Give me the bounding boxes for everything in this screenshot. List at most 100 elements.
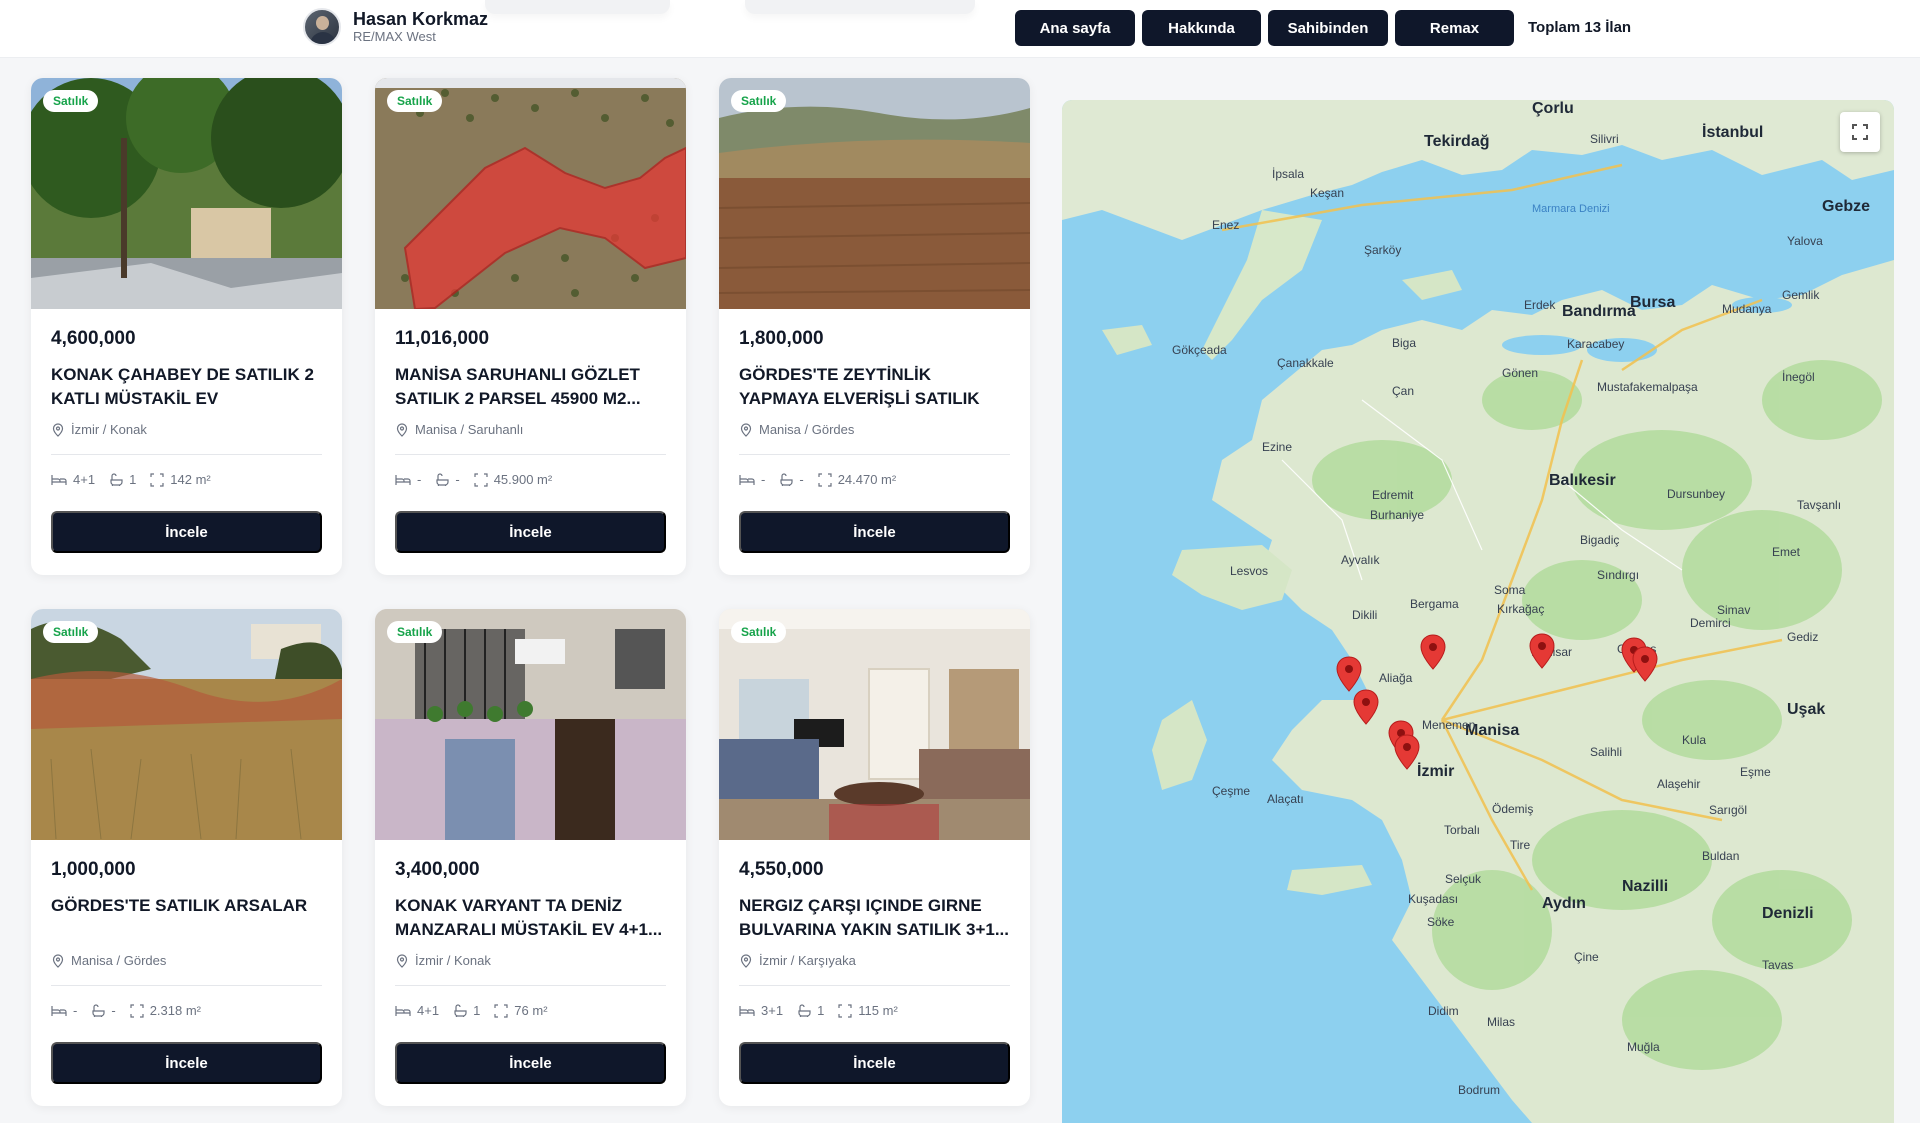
rooms-count: - bbox=[73, 1003, 78, 1018]
listing-price: 1,800,000 bbox=[739, 328, 824, 349]
listing-price: 11,016,000 bbox=[395, 328, 490, 349]
fullscreen-icon bbox=[1852, 124, 1868, 140]
map-label: Erdek bbox=[1524, 298, 1556, 312]
map-label: Çorlu bbox=[1532, 100, 1574, 117]
listing-card[interactable]: Satılık 1,800,000 GÖRDES'TE ZEYTİNLİK YA… bbox=[719, 78, 1030, 575]
nav-remax-button[interactable]: Remax bbox=[1395, 10, 1514, 46]
bed-icon bbox=[739, 474, 755, 485]
map-label: Bergama bbox=[1410, 597, 1459, 611]
avatar[interactable] bbox=[303, 8, 341, 46]
divider bbox=[739, 985, 1010, 986]
listing-photo[interactable]: Satılık bbox=[31, 78, 342, 309]
map-marker-icon[interactable] bbox=[1632, 646, 1658, 682]
listing-photo[interactable]: Satılık bbox=[719, 78, 1030, 309]
listing-features: 4+1 1 76 m² bbox=[395, 1003, 562, 1018]
view-listing-button[interactable]: İncele bbox=[739, 511, 1010, 553]
map-label: Karacabey bbox=[1567, 337, 1625, 351]
map-view[interactable]: İstanbul Bursa İzmir Manisa Balıkesir Ba… bbox=[1062, 100, 1894, 1123]
map-marker-icon[interactable] bbox=[1353, 689, 1379, 725]
map-label: Alaçatı bbox=[1267, 792, 1304, 806]
listing-title[interactable]: KONAK VARYANT TA DENİZ MANZARALI MÜSTAKİ… bbox=[395, 894, 670, 942]
bath-icon bbox=[92, 1004, 105, 1017]
nav-about-button[interactable]: Hakkında bbox=[1142, 10, 1261, 46]
map-label: Aliağa bbox=[1379, 671, 1413, 685]
map-label: Çan bbox=[1392, 384, 1415, 398]
map-label: Buldan bbox=[1702, 849, 1740, 863]
area-value: 24.470 m² bbox=[837, 472, 897, 487]
location-text: Manisa / Gördes bbox=[759, 422, 855, 437]
area-value: 2.318 m² bbox=[149, 1003, 201, 1018]
map-marker-icon[interactable] bbox=[1336, 656, 1362, 692]
view-listing-button[interactable]: İncele bbox=[395, 1042, 666, 1084]
listing-features: - - 2.318 m² bbox=[51, 1003, 215, 1018]
map-marker-icon[interactable] bbox=[1394, 734, 1420, 770]
location-text: Manisa / Gördes bbox=[71, 953, 167, 968]
map-label: Şarköy bbox=[1364, 243, 1402, 257]
area-icon bbox=[474, 472, 488, 487]
listing-title[interactable]: GÖRDES'TE SATILIK ARSALAR bbox=[51, 894, 326, 942]
agent-name: Hasan Korkmaz bbox=[353, 9, 489, 29]
location-text: Manisa / Saruhanlı bbox=[415, 422, 524, 437]
rooms-count: 4+1 bbox=[73, 472, 96, 487]
map-marker-icon[interactable] bbox=[1420, 634, 1446, 670]
map-marker-icon[interactable] bbox=[1529, 633, 1555, 669]
map-label: Keşan bbox=[1310, 186, 1345, 200]
listing-card[interactable]: Satılık 4,600,000 KONAK ÇAHABEY DE SATIL… bbox=[31, 78, 342, 575]
bath-icon bbox=[110, 473, 123, 486]
map-label: Ödemiş bbox=[1492, 802, 1534, 816]
listing-title[interactable]: KONAK ÇAHABEY DE SATILIK 2 KATLI MÜSTAKİ… bbox=[51, 363, 326, 411]
map-label: Selçuk bbox=[1445, 872, 1482, 886]
map-label: Ayvalık bbox=[1341, 553, 1380, 567]
listing-card[interactable]: Satılık 1,000,000 GÖRDES'TE SATILIK ARSA… bbox=[31, 609, 342, 1106]
fullscreen-button[interactable] bbox=[1840, 112, 1880, 152]
map-label: Lesvos bbox=[1230, 564, 1269, 578]
map-label: Sarıgöl bbox=[1709, 803, 1748, 817]
divider bbox=[51, 985, 322, 986]
listing-location: Manisa / Gördes bbox=[51, 953, 166, 968]
bath-icon bbox=[436, 473, 449, 486]
status-badge: Satılık bbox=[43, 621, 99, 643]
listing-price: 3,400,000 bbox=[395, 859, 480, 880]
rooms-count: - bbox=[761, 472, 766, 487]
location-pin-icon bbox=[52, 953, 64, 968]
divider bbox=[395, 454, 666, 455]
listing-photo[interactable]: Satılık bbox=[375, 78, 686, 309]
view-listing-button[interactable]: İncele bbox=[395, 511, 666, 553]
listing-title[interactable]: GÖRDES'TE ZEYTİNLİK YAPMAYA ELVERİŞLİ SA… bbox=[739, 363, 1014, 411]
listing-location: İzmir / Karşıyaka bbox=[739, 953, 856, 968]
listing-card[interactable]: Satılık 11,016,000 MANİSA SARUHANLI GÖZL… bbox=[375, 78, 686, 575]
map-label: Bodrum bbox=[1458, 1083, 1501, 1097]
area-value: 142 m² bbox=[170, 472, 211, 487]
listing-title[interactable]: MANİSA SARUHANLI GÖZLET SATILIK 2 PARSEL… bbox=[395, 363, 670, 411]
location-pin-icon bbox=[396, 422, 408, 437]
agent-company: RE/MAX West bbox=[353, 29, 436, 44]
nav-sahibinden-button[interactable]: Sahibinden bbox=[1268, 10, 1388, 46]
nav-home-button[interactable]: Ana sayfa bbox=[1015, 10, 1135, 46]
listing-photo[interactable]: Satılık bbox=[375, 609, 686, 840]
baths-count: - bbox=[111, 1003, 116, 1018]
view-listing-button[interactable]: İncele bbox=[739, 1042, 1010, 1084]
map-label: Menemen bbox=[1422, 718, 1476, 732]
ghost-tab bbox=[745, 0, 975, 14]
map-label: Çanakkale bbox=[1277, 356, 1334, 370]
agent-info[interactable]: Hasan Korkmaz RE/MAX West bbox=[303, 8, 488, 46]
listing-card[interactable]: Satılık 4,550,000 NERGIZ ÇARŞI IÇINDE GI… bbox=[719, 609, 1030, 1106]
location-pin-icon bbox=[396, 953, 408, 968]
listing-card[interactable]: Satılık 3,400,000 KONAK VARYANT TA DENİZ… bbox=[375, 609, 686, 1106]
map-label: Kırkağaç bbox=[1497, 602, 1545, 616]
view-listing-button[interactable]: İncele bbox=[51, 1042, 322, 1084]
listing-title[interactable]: NERGIZ ÇARŞI IÇINDE GIRNE BULVARINA YAKI… bbox=[739, 894, 1014, 942]
view-listing-button[interactable]: İncele bbox=[51, 511, 322, 553]
map-label: Bursa bbox=[1630, 294, 1676, 311]
map-label: Denizli bbox=[1762, 905, 1814, 922]
ghost-tab bbox=[485, 0, 670, 14]
map-label: Tavas bbox=[1762, 958, 1794, 972]
listing-photo[interactable]: Satılık bbox=[31, 609, 342, 840]
map-label: Mustafakemalpaşa bbox=[1597, 380, 1698, 394]
listing-photo[interactable]: Satılık bbox=[719, 609, 1030, 840]
map-label: Gökçeada bbox=[1172, 343, 1227, 357]
bed-icon bbox=[739, 1005, 755, 1016]
listing-price: 4,550,000 bbox=[739, 859, 824, 880]
map-label: Söke bbox=[1427, 915, 1455, 929]
map-label: Bigadiç bbox=[1580, 533, 1620, 547]
